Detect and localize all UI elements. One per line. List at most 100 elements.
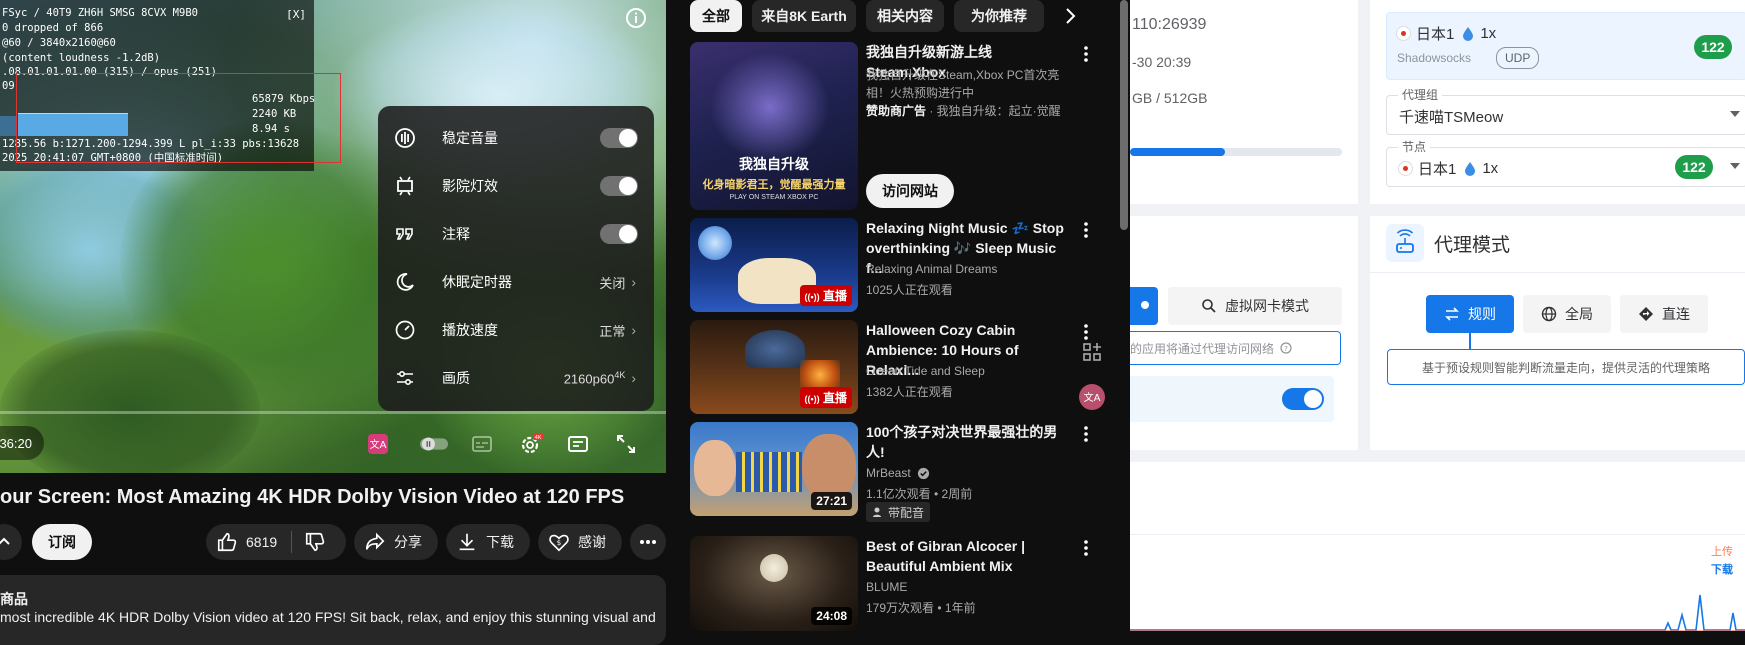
mode-direct-button[interactable]: 直连 bbox=[1620, 295, 1708, 333]
mode-rule-button[interactable]: 规则 bbox=[1426, 295, 1514, 333]
download-icon bbox=[459, 533, 475, 551]
tun-mode-button[interactable]: 虚拟网卡模式 bbox=[1168, 287, 1342, 325]
chip-related[interactable]: 相关内容 bbox=[866, 0, 944, 32]
chips-next-icon[interactable] bbox=[1058, 4, 1082, 28]
more-vertical-icon[interactable] bbox=[1076, 220, 1096, 240]
more-vertical-icon[interactable] bbox=[1076, 44, 1096, 64]
proxy-mode-card: 代理模式 bbox=[1370, 216, 1745, 450]
auto-start-toggle[interactable] bbox=[1282, 388, 1324, 410]
stat-buffer-health: 8.94 s bbox=[252, 123, 290, 135]
video-thumbnail[interactable]: ((•)) 直播 bbox=[690, 218, 858, 312]
stable-volume-toggle[interactable] bbox=[600, 128, 638, 148]
add-to-queue-icon[interactable] bbox=[1080, 340, 1104, 364]
proxy-mode-title: 代理模式 bbox=[1434, 235, 1511, 256]
chip-from-channel[interactable]: 来自8K Earth bbox=[752, 0, 856, 32]
like-button[interactable]: 6819 bbox=[216, 531, 277, 553]
proxy-group-value: 千速喵TSMeow bbox=[1399, 109, 1504, 126]
video-card[interactable]: 24:08 Best of Gibran Alcocer | Beautiful… bbox=[690, 536, 1106, 631]
setting-label: 画质 bbox=[442, 370, 470, 386]
channel-expand-button[interactable] bbox=[0, 524, 22, 560]
ambient-mode-toggle[interactable] bbox=[600, 176, 638, 196]
video-thumbnail[interactable]: 24:08 bbox=[690, 536, 858, 631]
face-right bbox=[802, 434, 856, 500]
mode-global-button[interactable]: 全局 bbox=[1523, 295, 1611, 333]
settings-gear-icon[interactable]: 4K bbox=[516, 430, 544, 458]
setting-quality[interactable]: 画质 2160p604K › bbox=[378, 354, 654, 402]
video-channel[interactable]: Relaxing Animal Dreams bbox=[866, 262, 997, 276]
setting-stable-volume[interactable]: 稳定音量 bbox=[378, 114, 654, 162]
more-vertical-icon[interactable] bbox=[1076, 424, 1096, 444]
search-icon bbox=[1202, 299, 1216, 313]
video-title: our Screen: Most Amazing 4K HDR Dolby Vi… bbox=[0, 486, 625, 508]
stats-close-button[interactable]: [X] bbox=[286, 8, 306, 23]
sleep-timer-icon bbox=[392, 269, 418, 295]
video-card[interactable]: ((•)) 直播 Halloween Cozy Cabin Ambience: … bbox=[690, 320, 1106, 414]
translate-icon[interactable]: 文A bbox=[1078, 383, 1106, 411]
video-title[interactable]: 100个孩子对决世界最强壮的男人! bbox=[866, 422, 1068, 462]
ad-card[interactable]: 我独自升级 化身暗影君王，觉醒最强力量 PLAY ON STEAM XBOX P… bbox=[690, 42, 1106, 210]
setting-ambient-mode[interactable]: 影院灯效 bbox=[378, 162, 654, 210]
node-label: 节点 bbox=[1398, 138, 1431, 155]
playback-speed-icon bbox=[392, 317, 418, 343]
setting-value: 正常 bbox=[599, 323, 626, 339]
live-badge: ((•)) 直播 bbox=[799, 387, 852, 408]
ad-thumbnail[interactable]: 我独自升级 化身暗影君王，觉醒最强力量 PLAY ON STEAM XBOX P… bbox=[690, 42, 858, 210]
like-count: 6819 bbox=[246, 534, 278, 550]
system-proxy-button[interactable] bbox=[1130, 287, 1158, 325]
video-channel[interactable]: MrBeast bbox=[866, 466, 930, 480]
router-icon bbox=[1386, 224, 1424, 262]
chip-recommended[interactable]: 为你推荐 bbox=[954, 0, 1044, 32]
current-node-panel[interactable]: 日本1 1x Shadowsocks UDP 122 bbox=[1386, 12, 1745, 80]
super-thanks-icon: $ bbox=[549, 534, 569, 552]
thanks-button[interactable]: $ 感谢 bbox=[538, 524, 622, 560]
setting-sleep-timer[interactable]: 休眠定时器 关闭 › bbox=[378, 258, 654, 306]
more-actions-button[interactable] bbox=[630, 524, 666, 560]
video-thumbnail[interactable]: ((•)) 直播 bbox=[690, 320, 858, 414]
video-title[interactable]: Best of Gibran Alcocer | Beautiful Ambie… bbox=[866, 536, 1068, 576]
related-videos-feed: 全部 来自8K Earth 相关内容 为你推荐 我独自升级 化身暗影君王，觉醒最… bbox=[666, 0, 1130, 631]
japan-flag-icon bbox=[1399, 162, 1412, 175]
video-card[interactable]: 27:21 100个孩子对决世界最强壮的男人! MrBeast 1.1亿次观看 … bbox=[690, 422, 1106, 522]
share-button[interactable]: 分享 bbox=[354, 524, 438, 560]
autoplay-toggle[interactable] bbox=[420, 430, 448, 458]
quality-sliders-icon bbox=[392, 365, 418, 391]
dislike-button[interactable] bbox=[304, 531, 326, 553]
divider bbox=[1370, 272, 1745, 273]
udp-tag: UDP bbox=[1496, 47, 1540, 69]
feed-scrollbar[interactable] bbox=[1120, 0, 1128, 230]
setting-playback-speed[interactable]: 播放速度 正常 › bbox=[378, 306, 654, 354]
live-badge: ((•)) 直播 bbox=[799, 285, 852, 306]
setting-annotations[interactable]: 注释 bbox=[378, 210, 654, 258]
video-card[interactable]: ((•)) 直播 Relaxing Night Music 💤 Stop ove… bbox=[690, 218, 1106, 312]
chevron-right-icon: › bbox=[631, 274, 636, 290]
node-protocol: Shadowsocks bbox=[1397, 51, 1472, 65]
miniplayer-icon[interactable] bbox=[564, 430, 592, 458]
storage-progress-fill bbox=[1130, 148, 1226, 156]
proxy-group-label: 代理组 bbox=[1398, 86, 1443, 103]
auto-start-row bbox=[1130, 376, 1334, 422]
node-value: 日本1 1x bbox=[1399, 158, 1498, 179]
caret-down-icon bbox=[1730, 163, 1740, 169]
more-vertical-icon[interactable] bbox=[1076, 538, 1096, 558]
chip-all[interactable]: 全部 bbox=[690, 0, 742, 32]
more-vertical-icon[interactable] bbox=[1076, 322, 1096, 342]
auto-dub-icon[interactable]: 文A bbox=[364, 430, 392, 458]
traffic-card: 上传 下载 bbox=[1130, 462, 1745, 631]
info-icon[interactable] bbox=[624, 6, 648, 30]
seek-bar[interactable] bbox=[0, 411, 666, 414]
download-button[interactable]: 下载 bbox=[446, 524, 530, 560]
subtitles-icon[interactable] bbox=[468, 430, 496, 458]
video-channel[interactable]: Ocean Tide and Sleep bbox=[866, 364, 985, 378]
subscribe-button[interactable]: 订阅 bbox=[32, 524, 92, 560]
video-channel[interactable]: BLUME bbox=[866, 580, 907, 594]
visit-site-button[interactable]: 访问网站 bbox=[866, 174, 954, 208]
video-player[interactable]: FSyc / 40T9 ZH6H SMSG 8CVX M9B0 0 droppe… bbox=[0, 0, 666, 473]
video-meta: 1382人正在观看 bbox=[866, 385, 953, 399]
network-activity-graph bbox=[0, 96, 130, 136]
annotations-toggle[interactable] bbox=[600, 224, 638, 244]
fullscreen-icon[interactable] bbox=[612, 430, 640, 458]
setting-label: 稳定音量 bbox=[442, 130, 498, 146]
node-select[interactable]: 日本1 1x 122 bbox=[1386, 147, 1745, 187]
video-meta: 1025人正在观看 bbox=[866, 283, 953, 297]
video-thumbnail[interactable]: 27:21 bbox=[690, 422, 858, 516]
